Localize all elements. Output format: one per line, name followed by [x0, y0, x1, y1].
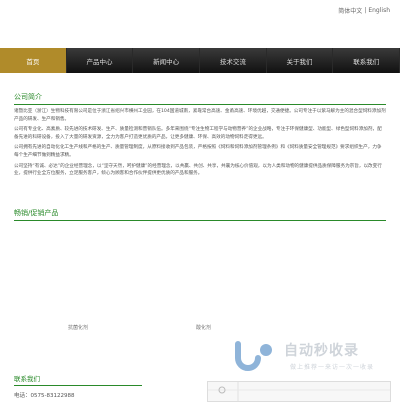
intro-divider [14, 104, 386, 105]
nav-item-contact[interactable]: 联系我们 [333, 48, 400, 73]
main-nav: 首页 产品中心 新闻中心 技术交流 关于我们 联系我们 [0, 48, 400, 73]
nav-item-home[interactable]: 首页 [0, 48, 67, 73]
product-label-acidifier[interactable]: 酸化剂 [196, 324, 211, 331]
intro-section: 公司简介 诸暨比亚（浙江）生物科技有限公司是位于浙江省绍兴市横州工业园，在104… [14, 92, 386, 178]
watermark-logo: 自动秒收录 做上推荐一来访一次一收录 [232, 336, 382, 382]
contact-phone: 电话：0575-83122988 [14, 393, 75, 399]
contact-title: 联系我们 [14, 375, 40, 383]
intro-paragraph: 诸暨比亚（浙江）生物科技有限公司是位于浙江省绍兴市横州工业园，在104国道城南，… [14, 109, 386, 122]
nav-item-news[interactable]: 新闻中心 [133, 48, 201, 73]
contact-section: 联系我们 电话：0575-83122988 [14, 373, 142, 399]
watermark-icon [235, 341, 272, 371]
products-section: 畅销/促销产品 [14, 208, 386, 221]
nav-item-tech[interactable]: 技术交流 [200, 48, 267, 73]
watermark-text: 自动秒收录 [284, 343, 359, 359]
intro-paragraph: 公司有专业化、高素质、较先进的技术研发、生产、质量检测和营销队伍。多年来围绕“专… [14, 127, 382, 140]
intro-title: 公司简介 [14, 93, 42, 101]
watermark-subtext: 做上推荐一来访一次一收录 [290, 364, 375, 371]
products-divider [14, 220, 386, 221]
contact-divider [14, 385, 142, 386]
product-label-antibacterial[interactable]: 抗菌化剂 [68, 324, 88, 331]
lang-simplified-link[interactable]: 简体中文 [338, 6, 362, 15]
intro-paragraph: 公司坚持“有诚、必达”的企业经营理念，以“坚守天然，呵护健康”的经营理念，以共赢… [14, 163, 382, 177]
intro-paragraph: 公司拥有先进的自动化化工生产线和严格的生产、质量管理制度，从原料接收到产品包装，… [14, 145, 382, 158]
lang-english-link[interactable]: English [368, 7, 390, 14]
map-icon [208, 382, 390, 401]
nav-item-products[interactable]: 产品中心 [67, 48, 134, 73]
map-embed[interactable] [207, 381, 391, 402]
products-title: 畅销/促销产品 [14, 209, 59, 217]
lang-separator: | [364, 6, 367, 14]
nav-item-about[interactable]: 关于我们 [267, 48, 334, 73]
language-switcher: 简体中文 | English [0, 0, 400, 20]
